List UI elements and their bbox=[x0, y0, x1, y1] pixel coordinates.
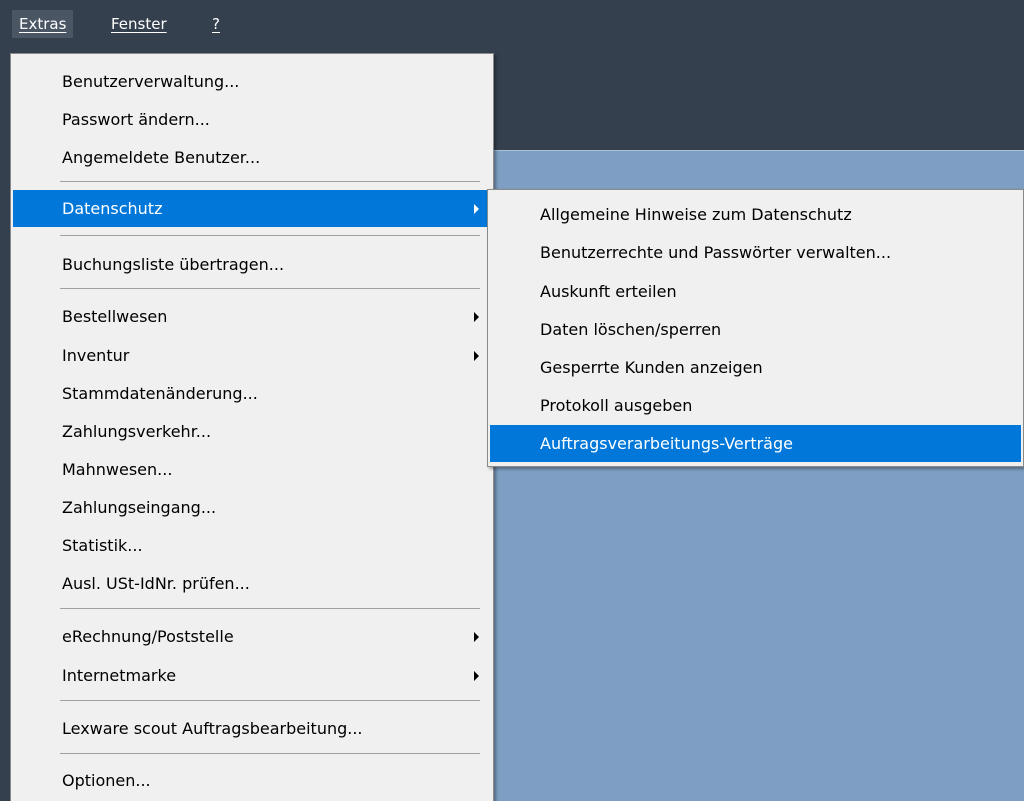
menu-item-angemeldete-benutzer[interactable]: Angemeldete Benutzer... bbox=[13, 139, 491, 176]
menu-item-label: Stammdatenänderung... bbox=[62, 384, 258, 403]
menu-item-lexware-scout[interactable]: Lexware scout Auftragsbearbeitung... bbox=[13, 710, 491, 747]
submenu-arrow-icon bbox=[474, 312, 479, 322]
menu-separator bbox=[60, 700, 480, 701]
menu-separator bbox=[60, 753, 480, 754]
submenu-item-auskunft-erteilen[interactable]: Auskunft erteilen bbox=[490, 273, 1021, 310]
menu-separator bbox=[60, 288, 480, 289]
menu-item-label: Protokoll ausgeben bbox=[540, 396, 693, 415]
menu-item-label: eRechnung/Poststelle bbox=[62, 627, 234, 646]
menu-bar: Extras Fenster ? bbox=[0, 0, 1024, 48]
menu-separator bbox=[60, 608, 480, 609]
menu-item-zahlungseingang[interactable]: Zahlungseingang... bbox=[13, 489, 491, 526]
menu-item-label: Optionen... bbox=[62, 771, 151, 790]
menu-item-label: Internetmarke bbox=[62, 666, 177, 685]
menu-separator bbox=[60, 235, 480, 236]
menu-item-statistik[interactable]: Statistik... bbox=[13, 527, 491, 564]
menu-item-label: Auskunft erteilen bbox=[540, 282, 677, 301]
menu-item-buchungsliste-uebertragen[interactable]: Buchungsliste übertragen... bbox=[13, 246, 491, 283]
menu-item-inventur[interactable]: Inventur bbox=[13, 337, 491, 374]
submenu-arrow-icon bbox=[474, 632, 479, 642]
menu-item-label: Auftragsverarbeitungs-Verträge bbox=[540, 434, 793, 453]
datenschutz-submenu: Allgemeine Hinweise zum Datenschutz Benu… bbox=[487, 189, 1024, 467]
workspace-top-edge bbox=[490, 150, 1024, 151]
menu-extras[interactable]: Extras bbox=[12, 10, 74, 38]
menu-item-label: Buchungsliste übertragen... bbox=[62, 255, 285, 274]
menu-item-stammdatenaenderung[interactable]: Stammdatenänderung... bbox=[13, 375, 491, 412]
menu-item-label: Zahlungseingang... bbox=[62, 498, 217, 517]
menu-fenster[interactable]: Fenster bbox=[104, 10, 174, 38]
menu-item-label: Gesperrte Kunden anzeigen bbox=[540, 358, 763, 377]
submenu-item-protokoll-ausgeben[interactable]: Protokoll ausgeben bbox=[490, 387, 1021, 424]
menu-item-label: Angemeldete Benutzer... bbox=[62, 148, 261, 167]
submenu-item-gesperrte-kunden[interactable]: Gesperrte Kunden anzeigen bbox=[490, 349, 1021, 386]
menu-item-label: Lexware scout Auftragsbearbeitung... bbox=[62, 719, 363, 738]
submenu-item-auftragsverarbeitungs-vertraege[interactable]: Auftragsverarbeitungs-Verträge bbox=[490, 425, 1021, 462]
menu-separator bbox=[60, 181, 480, 182]
menu-item-label: Zahlungsverkehr... bbox=[62, 422, 212, 441]
menu-item-ust-idnr-pruefen[interactable]: Ausl. USt-IdNr. prüfen... bbox=[13, 565, 491, 602]
menu-item-label: Ausl. USt-IdNr. prüfen... bbox=[62, 574, 250, 593]
menu-item-label: Bestellwesen bbox=[62, 307, 168, 326]
menu-help[interactable]: ? bbox=[205, 10, 227, 38]
menu-item-optionen[interactable]: Optionen... bbox=[13, 762, 491, 799]
submenu-arrow-icon bbox=[474, 671, 479, 681]
submenu-item-daten-loeschen[interactable]: Daten löschen/sperren bbox=[490, 311, 1021, 348]
menu-item-zahlungsverkehr[interactable]: Zahlungsverkehr... bbox=[13, 413, 491, 450]
menu-item-label: Daten löschen/sperren bbox=[540, 320, 722, 339]
menu-item-passwort-aendern[interactable]: Passwort ändern... bbox=[13, 101, 491, 138]
menu-item-label: Benutzerrechte und Passwörter verwalten.… bbox=[540, 243, 892, 262]
menu-item-internetmarke[interactable]: Internetmarke bbox=[13, 657, 491, 694]
menu-item-benutzerverwaltung[interactable]: Benutzerverwaltung... bbox=[13, 63, 491, 100]
menu-item-label: Statistik... bbox=[62, 536, 143, 555]
submenu-item-benutzerrechte[interactable]: Benutzerrechte und Passwörter verwalten.… bbox=[490, 234, 1021, 271]
menu-item-datenschutz[interactable]: Datenschutz bbox=[13, 190, 491, 227]
submenu-item-allgemeine-hinweise[interactable]: Allgemeine Hinweise zum Datenschutz bbox=[490, 196, 1021, 233]
menu-item-label: Datenschutz bbox=[62, 199, 163, 218]
submenu-arrow-icon bbox=[474, 204, 479, 214]
menu-item-label: Inventur bbox=[62, 346, 130, 365]
extras-dropdown-menu: Benutzerverwaltung... Passwort ändern...… bbox=[10, 53, 494, 801]
menu-item-label: Benutzerverwaltung... bbox=[62, 72, 240, 91]
menu-item-label: Passwort ändern... bbox=[62, 110, 210, 129]
menu-item-mahnwesen[interactable]: Mahnwesen... bbox=[13, 451, 491, 488]
menu-item-bestellwesen[interactable]: Bestellwesen bbox=[13, 298, 491, 335]
menu-item-label: Allgemeine Hinweise zum Datenschutz bbox=[540, 205, 852, 224]
menu-item-label: Mahnwesen... bbox=[62, 460, 173, 479]
submenu-arrow-icon bbox=[474, 351, 479, 361]
menu-item-erechnung-poststelle[interactable]: eRechnung/Poststelle bbox=[13, 618, 491, 655]
